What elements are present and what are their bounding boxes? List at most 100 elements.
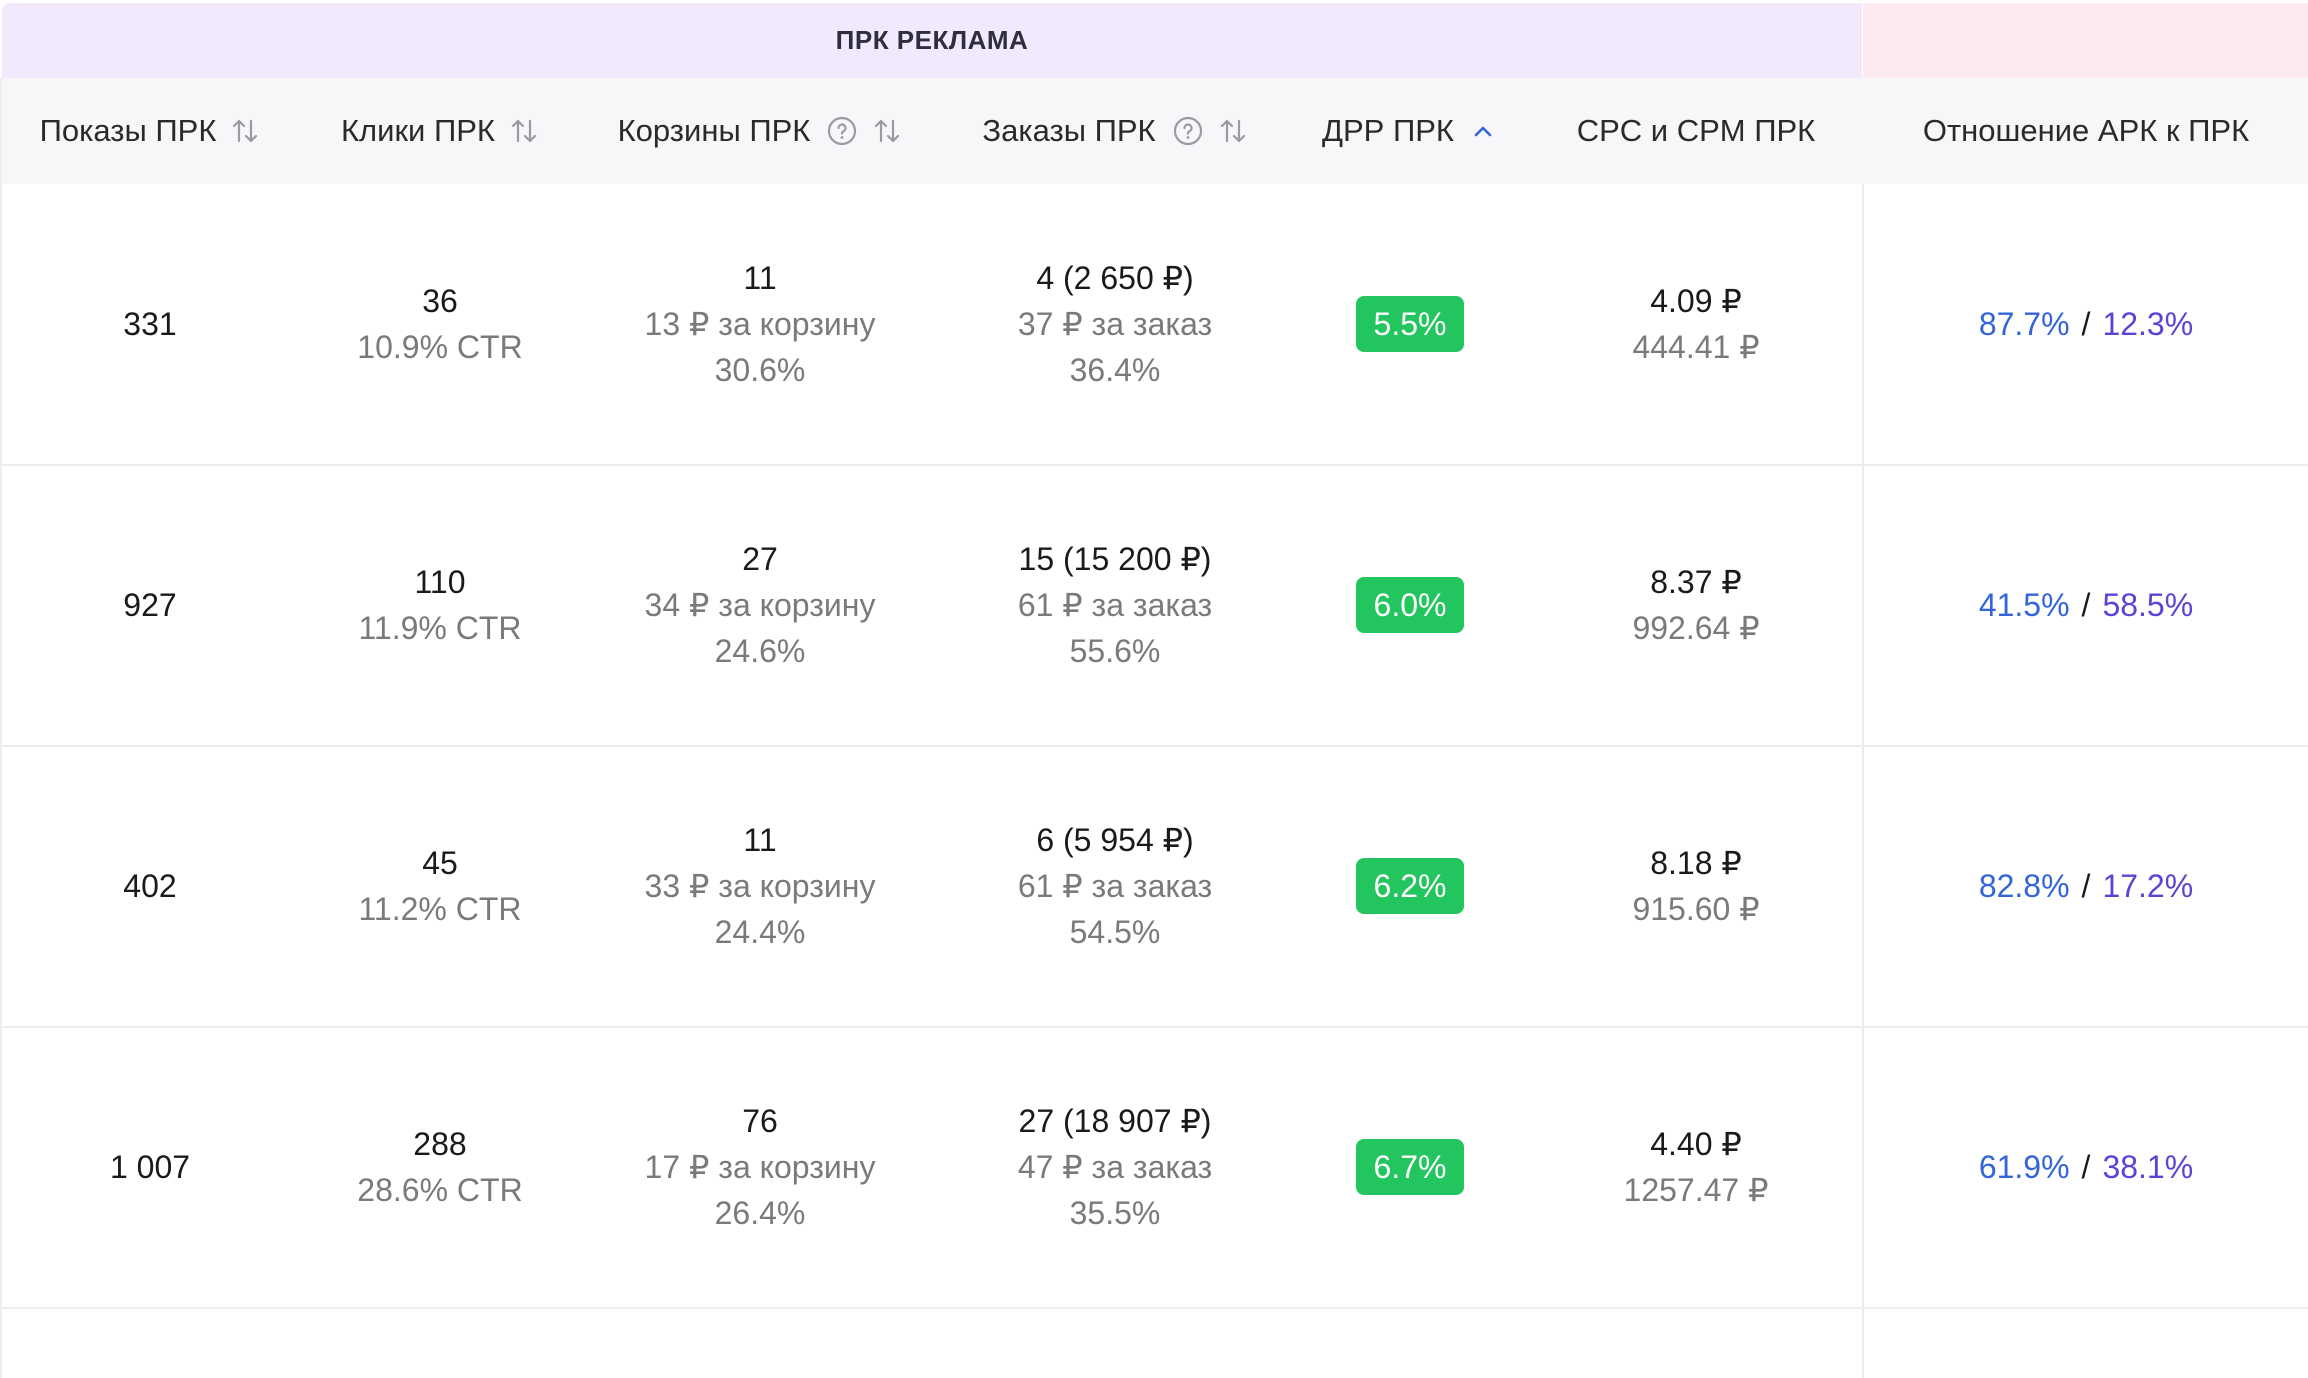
clicks-value: 45 bbox=[422, 845, 458, 881]
help-circle-icon[interactable] bbox=[1172, 115, 1204, 147]
sort-arrows-icon[interactable] bbox=[872, 116, 902, 146]
table-row[interactable]: 927 110 11.9% CTR 27 34 ₽ за корзину 24.… bbox=[0, 465, 2308, 747]
cart-cost-value: 13 ₽ за корзину bbox=[644, 306, 876, 342]
cpc-value: 4.40 ₽ bbox=[1650, 1126, 1742, 1162]
prk-percent: 12.3% bbox=[2102, 305, 2194, 342]
cell-impressions: 927 bbox=[0, 465, 300, 745]
orders-value: 4 (2 650 ₽) bbox=[1036, 260, 1194, 296]
ratio-value: 41.5% / 58.5% bbox=[1979, 587, 2193, 624]
ratio-value: 61.9% / 38.1% bbox=[1979, 1149, 2193, 1186]
clicks-value: 288 bbox=[413, 1126, 467, 1162]
cell-orders: 15 (15 200 ₽) 61 ₽ за заказ 55.6% bbox=[940, 465, 1290, 745]
ratio-separator: / bbox=[2081, 305, 2091, 342]
drr-badge: 6.0% bbox=[1355, 577, 1465, 633]
orders-value: 6 (5 954 ₽) bbox=[1036, 822, 1194, 858]
ark-percent: 41.5% bbox=[1978, 586, 2070, 623]
cell-clicks: 288 28.6% CTR bbox=[300, 1027, 580, 1307]
cell-drr: 6.2% bbox=[1290, 746, 1530, 1026]
chevron-up-icon[interactable] bbox=[1468, 116, 1498, 146]
impressions-value: 1 007 bbox=[109, 1149, 191, 1185]
cell-carts: 27 34 ₽ за корзину 24.6% bbox=[580, 465, 940, 745]
cpm-value: 444.41 ₽ bbox=[1632, 329, 1760, 365]
cell-carts: 76 17 ₽ за корзину 26.4% bbox=[580, 1027, 940, 1307]
cell-clicks: 36 10.9% CTR bbox=[300, 184, 580, 464]
cell-ratio: 61.9% / 38.1% bbox=[1864, 1027, 2308, 1307]
column-header-drr[interactable]: ДРР ПРК bbox=[1290, 78, 1530, 184]
order-cost-value: 37 ₽ за заказ bbox=[1017, 306, 1213, 342]
order-cost-value: 61 ₽ за заказ bbox=[1017, 587, 1213, 623]
carts-value: 11 bbox=[743, 260, 777, 296]
order-cost-value: 47 ₽ за заказ bbox=[1017, 1149, 1213, 1185]
column-header-clicks[interactable]: Клики ПРК bbox=[300, 78, 580, 184]
drr-badge: 6.2% bbox=[1355, 858, 1465, 914]
cell-cpc-cpm: 8.18 ₽ 915.60 ₽ bbox=[1530, 746, 1862, 1026]
prk-percent: 58.5% bbox=[2102, 586, 2194, 623]
cell-impressions: 331 bbox=[0, 184, 300, 464]
ratio-separator: / bbox=[2081, 1148, 2091, 1185]
sort-arrows-icon[interactable] bbox=[1218, 116, 1248, 146]
ratio-separator: / bbox=[2081, 586, 2091, 623]
table-row[interactable]: 1 007 288 28.6% CTR 76 17 ₽ за корзину 2… bbox=[0, 1027, 2308, 1309]
ratio-value: 87.7% / 12.3% bbox=[1979, 306, 2193, 343]
group-header-prk-title: ПРК РЕКЛАМА bbox=[835, 25, 1029, 55]
cart-percent-value: 24.4% bbox=[714, 914, 806, 950]
cell-ratio: 82.8% / 17.2% bbox=[1864, 746, 2308, 1026]
column-header-label: Заказы ПРК bbox=[982, 113, 1156, 148]
column-header-label: Отношение АРК к ПРК bbox=[1922, 113, 2250, 148]
group-header-row: ПРК РЕКЛАМА bbox=[0, 0, 2308, 78]
clicks-value: 110 bbox=[414, 564, 466, 600]
cell-clicks: 45 11.2% CTR bbox=[300, 746, 580, 1026]
column-header-label: Клики ПРК bbox=[341, 113, 495, 148]
impressions-value: 402 bbox=[123, 868, 177, 904]
column-header-carts[interactable]: Корзины ПРК bbox=[580, 78, 940, 184]
ark-percent: 61.9% bbox=[1978, 1148, 2070, 1185]
drr-badge: 5.5% bbox=[1355, 296, 1465, 352]
ratio-value: 82.8% / 17.2% bbox=[1979, 868, 2193, 905]
cpc-value: 8.37 ₽ bbox=[1650, 564, 1742, 600]
sort-arrows-icon[interactable] bbox=[230, 116, 260, 146]
order-percent-value: 35.5% bbox=[1069, 1195, 1161, 1231]
column-header-label: ДРР ПРК bbox=[1322, 113, 1454, 148]
column-header-label: Показы ПРК bbox=[39, 113, 217, 148]
table-row[interactable]: 331 36 10.9% CTR 11 13 ₽ за корзину 30.6… bbox=[0, 184, 2308, 466]
cell-clicks: 110 11.9% CTR bbox=[300, 465, 580, 745]
cell-cpc-cpm: 4.40 ₽ 1257.47 ₽ bbox=[1530, 1027, 1862, 1307]
carts-value: 76 bbox=[742, 1103, 778, 1139]
table-row[interactable]: 402 45 11.2% CTR 11 33 ₽ за корзину 24.4… bbox=[0, 746, 2308, 1028]
cpm-value: 1257.47 ₽ bbox=[1623, 1172, 1769, 1208]
cpc-value: 4.09 ₽ bbox=[1650, 283, 1742, 319]
prk-percent: 38.1% bbox=[2102, 1148, 2194, 1185]
cell-cpc-cpm: 4.09 ₽ 444.41 ₽ bbox=[1530, 184, 1862, 464]
carts-value: 11 bbox=[743, 822, 777, 858]
column-header-impressions[interactable]: Показы ПРК bbox=[0, 78, 300, 184]
cell-drr: 6.0% bbox=[1290, 465, 1530, 745]
cpm-value: 992.64 ₽ bbox=[1632, 610, 1760, 646]
impressions-value: 331 bbox=[123, 306, 177, 342]
cell-impressions: 402 bbox=[0, 746, 300, 1026]
clicks-value: 36 bbox=[422, 283, 458, 319]
order-cost-value: 61 ₽ за заказ bbox=[1017, 868, 1213, 904]
cell-carts: 11 13 ₽ за корзину 30.6% bbox=[580, 184, 940, 464]
orders-value: 15 (15 200 ₽) bbox=[1018, 541, 1212, 577]
help-circle-icon[interactable] bbox=[826, 115, 858, 147]
cart-cost-value: 34 ₽ за корзину bbox=[644, 587, 876, 623]
order-percent-value: 36.4% bbox=[1069, 352, 1161, 388]
prk-percent: 17.2% bbox=[2102, 867, 2194, 904]
column-header-label: CPC и CPM ПРК bbox=[1576, 113, 1816, 148]
cell-cpc-cpm: 8.37 ₽ 992.64 ₽ bbox=[1530, 465, 1862, 745]
order-percent-value: 55.6% bbox=[1069, 633, 1161, 669]
column-header-ratio[interactable]: Отношение АРК к ПРК bbox=[1864, 78, 2308, 184]
column-header-orders[interactable]: Заказы ПРК bbox=[940, 78, 1290, 184]
drr-badge: 6.7% bbox=[1355, 1139, 1465, 1195]
sort-arrows-icon[interactable] bbox=[509, 116, 539, 146]
cpc-value: 8.18 ₽ bbox=[1650, 845, 1742, 881]
group-header-prk: ПРК РЕКЛАМА bbox=[2, 3, 1862, 78]
cart-cost-value: 33 ₽ за корзину bbox=[644, 868, 876, 904]
orders-value: 27 (18 907 ₽) bbox=[1018, 1103, 1212, 1139]
ark-percent: 87.7% bbox=[1978, 305, 2070, 342]
column-header-cpc-cpm[interactable]: CPC и CPM ПРК bbox=[1530, 78, 1862, 184]
cell-ratio: 87.7% / 12.3% bbox=[1864, 184, 2308, 464]
ctr-value: 10.9% CTR bbox=[357, 329, 523, 365]
impressions-value: 927 bbox=[123, 587, 177, 623]
ctr-value: 28.6% CTR bbox=[357, 1172, 523, 1208]
